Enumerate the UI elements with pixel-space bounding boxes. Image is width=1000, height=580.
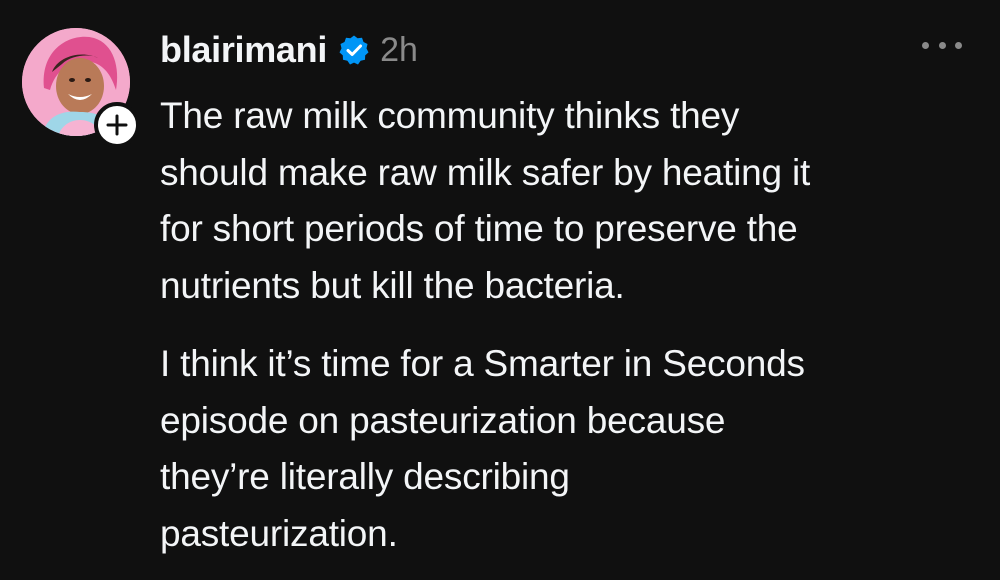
post-paragraph: The raw milk community thinks they shoul… [160,95,811,306]
post-header: blairimani 2h [160,22,418,78]
post-body: The raw milk community thinks they shoul… [160,88,980,562]
more-dot [938,41,946,49]
more-dot [922,41,929,49]
username[interactable]: blairimani [160,29,327,71]
timestamp: 2h [380,30,418,69]
more-options-icon[interactable] [922,30,962,60]
more-dot [955,41,962,49]
verified-badge-icon [337,33,371,67]
follow-button[interactable] [94,102,140,148]
thread-post: blairimani 2h The raw milk community thi… [0,0,1000,580]
avatar-container[interactable] [22,28,140,148]
post-paragraph: I think it’s time for a Smarter in Secon… [160,343,805,554]
plus-icon [106,114,128,136]
